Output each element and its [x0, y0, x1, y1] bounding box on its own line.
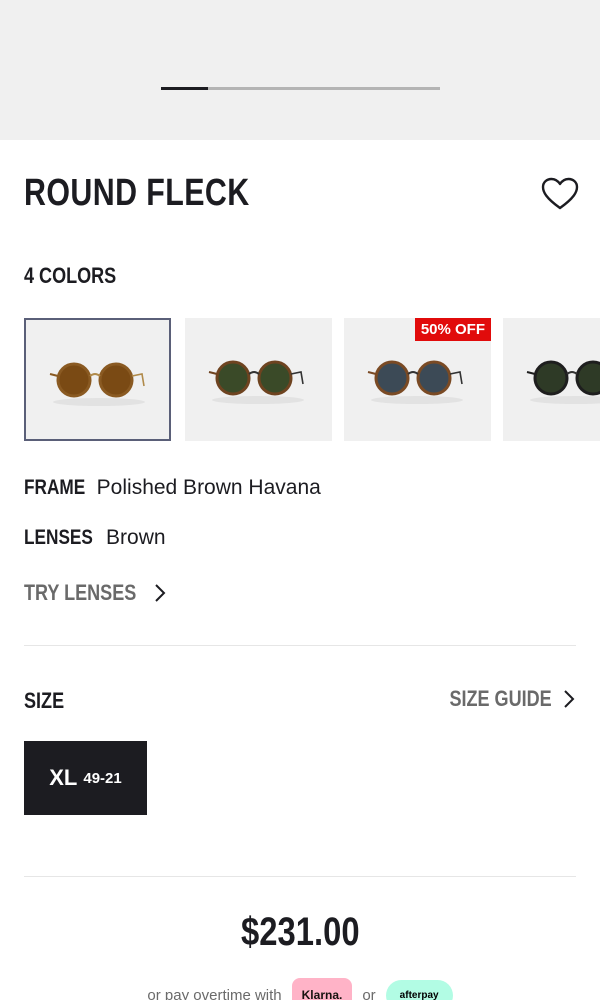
pager-segment[interactable]	[207, 87, 254, 90]
size-guide-link[interactable]: SIZE GUIDE	[427, 686, 576, 712]
lenses-attribute: LENSES Brown	[24, 526, 166, 550]
color-swatch-1[interactable]	[24, 318, 171, 441]
frame-value: Polished Brown Havana	[96, 476, 321, 499]
size-option-name: XL	[49, 765, 78, 790]
payment-options: or pay overtime with Klarna. or afterpay	[0, 978, 600, 1000]
pager-segment[interactable]	[254, 87, 301, 90]
pager-segment[interactable]	[393, 87, 440, 90]
divider	[24, 645, 576, 646]
product-image-carousel[interactable]	[0, 0, 600, 140]
size-option-xl[interactable]: XL 49-21	[24, 741, 147, 815]
color-swatch-2[interactable]	[185, 318, 332, 441]
or-text: or	[362, 986, 376, 1000]
heart-icon	[541, 177, 579, 210]
size-guide-label: SIZE GUIDE	[449, 686, 552, 711]
size-label: SIZE	[24, 688, 65, 713]
sunglasses-green-icon	[208, 360, 304, 404]
carousel-pager	[161, 87, 440, 91]
chevron-right-icon	[155, 584, 166, 602]
lenses-value: Brown	[106, 526, 166, 549]
size-option-dimensions: 49-21	[83, 769, 122, 787]
color-swatch-3[interactable]: 50% OFF	[344, 318, 491, 441]
frame-attribute: FRAME Polished Brown Havana	[24, 476, 321, 500]
pager-segment-active[interactable]	[161, 87, 208, 90]
sunglasses-brown-icon	[49, 362, 145, 406]
favorite-button[interactable]	[540, 176, 580, 212]
afterpay-logo[interactable]: afterpay	[385, 979, 453, 1000]
pay-overtime-text: or pay overtime with	[147, 986, 282, 1000]
pager-segment[interactable]	[347, 87, 394, 90]
color-swatch-4[interactable]	[503, 318, 600, 441]
chevron-right-icon	[564, 690, 575, 708]
price-value: $231.00	[240, 910, 360, 954]
divider	[24, 876, 576, 877]
lenses-label: LENSES	[24, 526, 93, 549]
product-title: ROUND FLECK	[24, 172, 250, 214]
try-lenses-link[interactable]: TRY LENSES	[24, 580, 167, 606]
sunglasses-black-icon	[526, 360, 600, 404]
pager-segment[interactable]	[300, 87, 347, 90]
try-lenses-label: TRY LENSES	[24, 580, 137, 605]
sunglasses-blue-icon	[367, 360, 463, 404]
discount-badge: 50% OFF	[414, 318, 491, 341]
colors-count-label: 4 COLORS	[24, 263, 117, 288]
price: $231.00	[0, 910, 600, 955]
frame-label: FRAME	[24, 476, 86, 499]
klarna-logo[interactable]: Klarna.	[291, 978, 353, 1000]
